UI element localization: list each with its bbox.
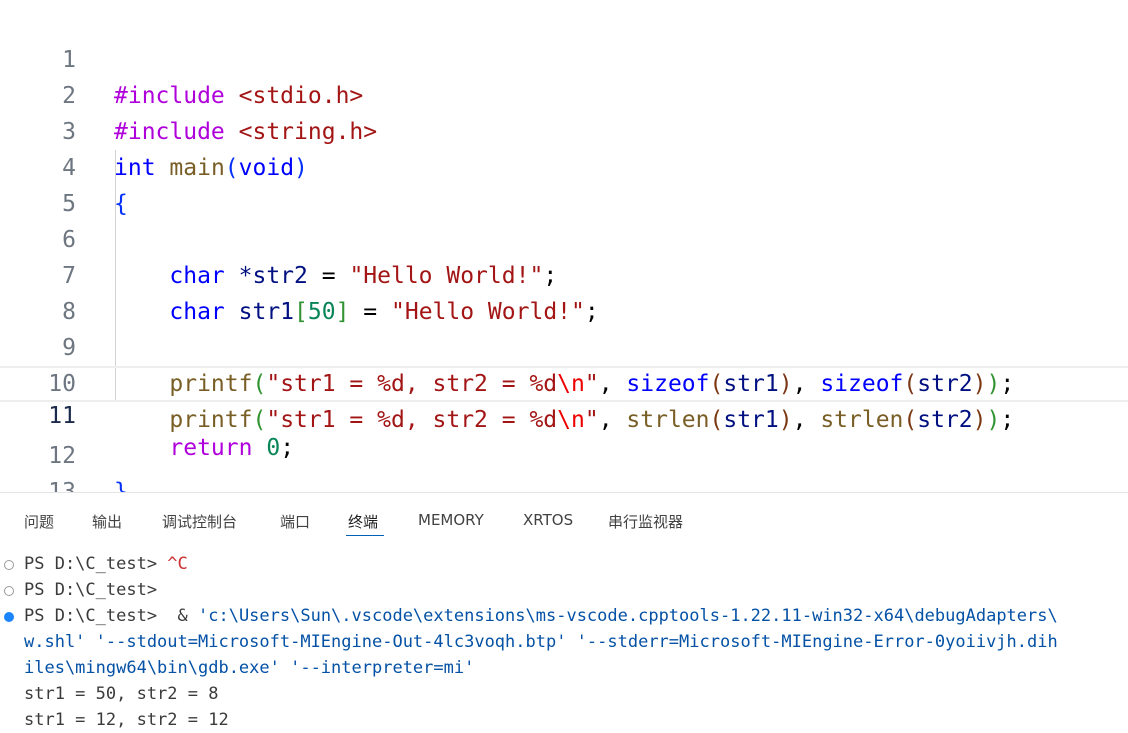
brace: } <box>114 479 128 492</box>
tab-xrtos[interactable]: XRTOS <box>523 511 573 529</box>
prompt: PS D:\C_test> <box>24 580 158 600</box>
code-line[interactable]: 5 <box>0 150 1128 217</box>
terminal-line: PS D:\C_test> <box>24 577 157 603</box>
tab-debug-console[interactable]: 调试控制台 <box>162 511 237 532</box>
interrupt-input: ^C <box>167 554 188 574</box>
code-line[interactable]: 7 char str1[50] = "Hello World!"; <box>0 222 1128 325</box>
terminal-line: str1 = 50, str2 = 8 <box>24 684 219 704</box>
code-line[interactable]: 9 printf("str1 = %d, str2 = %d\n", sizeo… <box>0 294 1128 397</box>
tab-output[interactable]: 输出 <box>92 511 122 532</box>
prompt: PS D:\C_test> & <box>24 606 198 626</box>
command-status-icon[interactable] <box>4 612 14 622</box>
terminal-line: PS D:\C_test> & 'c:\Users\Sun\.vscode\ex… <box>24 603 1058 629</box>
tab-serial-monitor[interactable]: 串行监视器 <box>608 511 683 532</box>
tab-memory[interactable]: MEMORY <box>418 511 484 529</box>
code-line[interactable]: 1 #include <stdio.h> <box>0 6 1128 109</box>
tab-problems[interactable]: 问题 <box>24 511 54 532</box>
terminal-line: PS D:\C_test> ^C <box>24 551 188 577</box>
command-arg: 'c:\Users\Sun\.vscode\extensions\ms-vsco… <box>198 606 1058 626</box>
code-line[interactable]: 2 #include <string.h> <box>0 42 1128 145</box>
terminal-line: str1 = 12, str2 = 12 <box>24 710 229 730</box>
command-status-icon[interactable] <box>4 560 14 570</box>
code-line[interactable]: 3 int main(void) <box>0 78 1128 181</box>
panel-tab-bar: 问题 输出 调试控制台 端口 终端 MEMORY XRTOS 串行监视器 <box>0 493 1128 547</box>
active-tab-indicator <box>346 535 384 536</box>
bottom-panel: 问题 输出 调试控制台 端口 终端 MEMORY XRTOS 串行监视器 PS … <box>0 492 1128 733</box>
code-line-active[interactable]: 11 return 0; <box>0 366 1128 461</box>
tab-ports[interactable]: 端口 <box>280 511 310 532</box>
tab-terminal[interactable]: 终端 <box>348 511 378 532</box>
code-line[interactable]: 4 { <box>0 114 1128 217</box>
code-editor[interactable]: 1 #include <stdio.h> 2 #include <string.… <box>0 0 1128 492</box>
code-line[interactable]: 8 <box>0 258 1128 325</box>
command-status-icon[interactable] <box>4 586 14 596</box>
code-line[interactable]: 13 <box>0 438 1128 492</box>
prompt: PS D:\C_test> <box>24 554 168 574</box>
code-line[interactable]: 10 printf("str1 = %d, str2 = %d\n", strl… <box>0 330 1128 433</box>
terminal-line: w.shl' '--stdout=Microsoft-MIEngine-Out-… <box>24 632 1058 652</box>
code-line[interactable]: 12 } <box>0 402 1128 492</box>
line-number: 13 <box>48 479 76 492</box>
terminal-line: iles\mingw64\bin\gdb.exe' '--interpreter… <box>24 658 475 678</box>
code-line[interactable]: 6 char *str2 = "Hello World!"; <box>0 186 1128 289</box>
